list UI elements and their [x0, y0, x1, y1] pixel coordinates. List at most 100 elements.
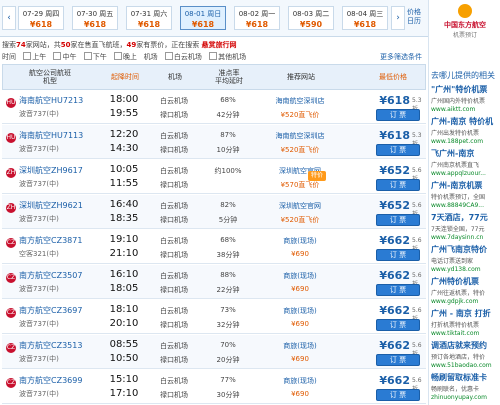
recommended-site-link[interactable]: 海南航空深圳店 [260, 131, 340, 141]
book-button[interactable]: 订 票 [376, 144, 420, 156]
book-button[interactable]: 订 票 [376, 319, 420, 331]
flight-number[interactable]: 海南航空HU7213 [19, 95, 83, 106]
sponsored-link[interactable]: "广州"特价机票 广州国内外特价机票 www.aiktt.com [431, 84, 500, 113]
sponsored-link[interactable]: 畅刷留取标准卡 畅刷联名，优惠卡 zhinuonyupay.com [431, 372, 500, 401]
sponsored-link-title[interactable]: 7天酒店，77元 [431, 212, 500, 223]
sponsored-link[interactable]: 广州-南京机票 特价机票预订，全国 www.88849CA9... [431, 180, 500, 209]
sponsored-link-title[interactable]: "广州"特价机票 [431, 84, 500, 95]
sponsored-link-title[interactable]: 广州 - 南京 打折 [431, 308, 500, 319]
airline-logo-icon: CZ [6, 343, 16, 353]
sponsored-link-desc: 电话订票送到家 [431, 258, 474, 265]
filter-airport2-label: 其他机场 [218, 53, 247, 61]
sponsored-link[interactable]: 广州 - 南京 打折 打折机票特价机票 www.tiktait.com [431, 308, 500, 337]
sponsored-link-title[interactable]: 广州特价机票 [431, 276, 500, 287]
next-dates-button[interactable]: › [391, 6, 405, 30]
book-button[interactable]: 订 票 [376, 249, 420, 261]
flight-number[interactable]: 南方航空CZ3697 [19, 305, 82, 316]
airline-logo-icon: ZH [6, 203, 16, 213]
sponsored-link[interactable]: 广州飞南京特价 电话订票送到家 www.yd138.com [431, 244, 500, 273]
lowest-price: ¥662 [379, 339, 410, 352]
sponsored-link-title[interactable]: 飞广州-南京 [431, 148, 500, 159]
search-summary: 搜索74家网站，共50家在售直飞航班，49家有票价，正在搜索 悬赏旅行网 [2, 40, 426, 50]
flight-search-main: ‹ 07-29 周四 ¥618 07-30 周五 ¥618 07-31 周六 ¥618… [0, 0, 428, 405]
recommended-site-link[interactable]: 深圳航空官网 [260, 166, 340, 176]
flight-number[interactable]: 深圳航空ZH9621 [19, 200, 83, 211]
recommended-site-link[interactable]: 商旅(现场) [260, 236, 340, 246]
filter-checkbox[interactable] [23, 52, 32, 60]
average-delay: 38分钟 [216, 251, 240, 259]
arrival-time: 20:10 [109, 318, 139, 329]
departure-time: 18:10 [109, 304, 139, 315]
airline-ad[interactable]: 中国东方航空 机票预订 [437, 4, 493, 44]
sponsored-link[interactable]: 广州-南京 特价机 广州出发特价机票 www.188pet.com [431, 116, 500, 145]
header-price[interactable]: 最低价格 [363, 65, 423, 89]
date-price: ¥618 [137, 20, 161, 29]
sponsored-link-title[interactable]: 广州-南京机票 [431, 180, 500, 191]
filter-checkbox[interactable] [164, 52, 173, 60]
book-button[interactable]: 订 票 [376, 179, 420, 191]
book-button[interactable]: 订 票 [376, 214, 420, 226]
flight-number[interactable]: 海南航空HU7113 [19, 130, 83, 141]
prev-dates-button[interactable]: ‹ [2, 6, 16, 30]
departure-time: 15:10 [109, 374, 139, 385]
filter-bar: 时间 上午 中午 下午 晚上 机场 白云机场 其他机场 更多筛选条件 [2, 52, 426, 62]
priced-count: 49 [126, 41, 137, 49]
recommended-site-link[interactable]: 商旅(现场) [260, 306, 340, 316]
recommended-site-link[interactable]: 深圳航空官网 [260, 201, 340, 211]
filter-checkbox[interactable] [113, 52, 122, 60]
date-tab-selected[interactable]: 08-01 周日 ¥618 [180, 6, 226, 30]
sponsored-link[interactable]: 广州特价机票 广州往返机票，特价 www.gdpjk.com [431, 276, 500, 305]
sponsored-link[interactable]: 飞广州-南京 广州南京机票直飞 www.appqlzuour... [431, 148, 500, 177]
site-price: ¥690 [291, 390, 309, 398]
results-table-header: 航空公司航班 机型 起降时间 机场 准点率 平均延时 推荐网站 最低价格 [2, 64, 426, 90]
filter-afternoon-label: 下午 [92, 53, 107, 61]
date-tab[interactable]: 07-30 周五 ¥618 [72, 6, 118, 30]
filter-evening-label: 晚上 [122, 53, 137, 61]
recommended-site-link[interactable]: 商旅(现场) [260, 271, 340, 281]
sponsored-link[interactable]: 7天酒店，77元 7天连锁全国，77元 www.7daysinn.cn [431, 212, 500, 241]
sponsored-link-title[interactable]: 广州-南京 特价机 [431, 116, 500, 127]
flight-number[interactable]: 深圳航空ZH9617 [19, 165, 83, 176]
ontime-rate: 88% [220, 271, 236, 279]
filter-checkbox[interactable] [209, 52, 218, 60]
date-tab[interactable]: 08-02 周一 ¥618 [234, 6, 280, 30]
lowest-price: ¥618 [379, 129, 410, 142]
more-filters-link[interactable]: 更多筛选条件 [380, 52, 422, 62]
searching-site: 悬赏旅行网 [201, 41, 237, 49]
price-calendar-link[interactable]: 价格日历 [407, 8, 427, 26]
date-tab[interactable]: 07-29 周四 ¥618 [18, 6, 64, 30]
book-button[interactable]: 订 票 [376, 109, 420, 121]
book-button[interactable]: 订 票 [376, 354, 420, 366]
date-tab[interactable]: 08-03 周二 ¥590 [288, 6, 334, 30]
sponsored-link-url: zhinuonyupay.com [431, 394, 487, 401]
date-tab[interactable]: 08-04 周三 ¥618 [342, 6, 388, 30]
sponsored-link-title[interactable]: 广州飞南京特价 [431, 244, 500, 255]
aircraft-type: 空客321(中) [19, 250, 59, 258]
sponsored-link-title[interactable]: 调酒店就来预约 [431, 340, 500, 351]
recommended-site-link[interactable]: 商旅(现场) [260, 376, 340, 386]
flight-number[interactable]: 南方航空CZ3871 [19, 235, 82, 246]
average-delay: 32分钟 [216, 321, 240, 329]
flight-number[interactable]: 南方航空CZ3513 [19, 340, 82, 351]
flight-number[interactable]: 南方航空CZ3699 [19, 375, 82, 386]
average-delay: 5分钟 [218, 216, 238, 224]
date-tab[interactable]: 07-31 周六 ¥618 [126, 6, 172, 30]
related-links-heading: 去哪儿提供的相关 [431, 71, 495, 80]
sponsored-link[interactable]: 调酒店就来预约 预订各地酒店，特价 www.51baodao.com [431, 340, 500, 369]
ontime-rate: 68% [220, 96, 236, 104]
filter-checkbox[interactable] [53, 52, 62, 60]
header-flight[interactable]: 航空公司航班 机型 [7, 65, 93, 89]
recommended-site-link[interactable]: 海南航空深圳店 [260, 96, 340, 106]
header-ontime-rate[interactable]: 准点率 平均延时 [203, 65, 255, 89]
flight-number[interactable]: 南方航空CZ3507 [19, 270, 82, 281]
site-price: ¥520直飞价 [280, 216, 320, 224]
aircraft-type: 波音737(中) [19, 285, 59, 293]
book-button[interactable]: 订 票 [376, 284, 420, 296]
book-button[interactable]: 订 票 [376, 389, 420, 401]
header-time[interactable]: 起降时间 [101, 65, 149, 89]
flight-count: 50 [60, 41, 71, 49]
summary-text: 搜索 [2, 41, 16, 49]
recommended-site-link[interactable]: 商旅(现场) [260, 341, 340, 351]
sponsored-link-title[interactable]: 畅刷留取标准卡 [431, 372, 500, 383]
filter-checkbox[interactable] [83, 52, 92, 60]
